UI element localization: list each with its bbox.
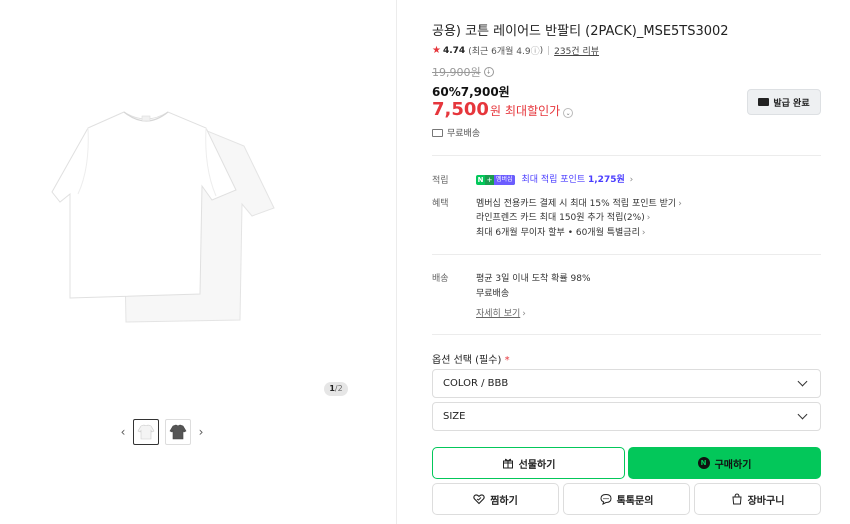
benefit-item-text: 멤버십 전용카드 결제 시 최대 15% 적립 포인트 받기 [476, 199, 677, 209]
truck-icon [432, 128, 443, 137]
divider [432, 155, 821, 156]
image-pager: 1/2 [324, 382, 348, 396]
delivery-detail-link[interactable]: 자세히 보기 › [476, 306, 526, 319]
thumb-prev-button[interactable]: ‹ [116, 418, 130, 446]
price-info-icon[interactable]: i [483, 67, 494, 77]
product-title: 공용) 코튼 레이어드 반팔티 (2PACK)_MSE5TS3002 [432, 24, 729, 39]
review-count-link[interactable]: 235건 리뷰 [554, 44, 599, 57]
chevron-right-icon: › [641, 228, 646, 238]
color-select-value: COLOR / BBB [443, 378, 509, 389]
benefit-item-1[interactable]: 멤버십 전용카드 결제 시 최대 15% 적립 포인트 받기 › [476, 196, 682, 209]
buy-label: 구매하기 [714, 459, 752, 471]
divider [432, 334, 821, 335]
white-shirt-icon [137, 424, 155, 440]
divider [432, 254, 821, 255]
thumb-next-button[interactable]: › [194, 418, 208, 446]
plus-icon: + [485, 175, 494, 185]
max-price-label: 최대할인가 [504, 104, 561, 118]
npay-membership-badge: N + 멤버십 [476, 175, 515, 185]
rating-recent: (최근 6개월 4.9 [468, 47, 531, 57]
coupon-button[interactable]: 발급 완료 [747, 89, 821, 115]
chevron-left-icon: ‹ [120, 425, 126, 439]
chevron-down-icon [797, 409, 808, 420]
membership-label: 멤버십 [494, 175, 515, 185]
points-row[interactable]: N + 멤버십 최대 적립 포인트 1,275원 › [476, 172, 633, 185]
detail-link-text: 자세히 보기 [476, 309, 521, 319]
heart-icon [473, 493, 485, 505]
product-main-image[interactable] [48, 98, 280, 328]
original-price: 19,900원 i [432, 64, 494, 80]
benefit-item-2[interactable]: 라인프렌즈 카드 최대 150원 추가 적립(2%) › [476, 210, 650, 223]
gray-shirt-icon [169, 424, 187, 440]
chevron-down-icon[interactable]: ⌄ [563, 108, 574, 118]
shopping-bag-icon [731, 493, 743, 505]
chevron-right-icon: › [522, 309, 526, 319]
chevron-right-icon: › [198, 425, 204, 439]
rating-separator [548, 46, 550, 55]
benefit-item-text: 최대 6개월 무이자 할부 • 60개월 특별금리 [476, 228, 640, 238]
gift-label: 선물하기 [518, 459, 556, 471]
buy-button[interactable]: N 구매하기 [628, 447, 821, 479]
npay-icon: N [697, 457, 710, 469]
chevron-right-icon: › [646, 213, 651, 223]
gift-icon [502, 457, 514, 469]
size-select-value: SIZE [443, 411, 466, 422]
thumbnail-strip: ‹ › [116, 418, 208, 446]
product-gallery: 1/2 ‹ › [0, 0, 396, 524]
star-icon: ★ [432, 45, 441, 56]
rating-info-icon[interactable]: ⓘ [531, 44, 540, 57]
chat-icon [600, 493, 612, 505]
delivery-line-2: 무료배송 [476, 289, 510, 299]
size-select[interactable]: SIZE [432, 402, 821, 431]
original-price-value: 19,900원 [432, 66, 481, 79]
option-title-label: 옵션 선택 (필수) [432, 355, 502, 366]
coupon-label: 발급 완료 [773, 98, 810, 109]
naver-n-icon: N [477, 176, 484, 184]
max-price-number: 7,500 [432, 99, 489, 120]
wish-button[interactable]: 찜하기 [432, 483, 559, 515]
benefit-item-text: 라인프렌즈 카드 최대 150원 추가 적립(2%) [476, 213, 645, 223]
pager-total: /2 [334, 384, 343, 393]
max-price-won: 원 [489, 104, 501, 118]
thumbnail-white-shirt[interactable] [133, 419, 159, 445]
max-discount-price: 7,500 원 최대할인가 ⌄ [432, 99, 574, 120]
chevron-right-icon: › [629, 175, 634, 185]
color-select[interactable]: COLOR / BBB [432, 369, 821, 398]
cart-label: 장바구니 [747, 495, 785, 507]
rating-recent-close: ) [539, 45, 544, 56]
gift-button[interactable]: 선물하기 [432, 447, 625, 479]
required-mark: * [504, 355, 510, 366]
talk-button[interactable]: 톡톡문의 [563, 483, 690, 515]
delivery-label: 배송 [432, 274, 449, 284]
option-title: 옵션 선택 (필수) * [432, 351, 510, 366]
thumbnail-gray-shirt[interactable] [165, 419, 191, 445]
benefit-item-3[interactable]: 최대 6개월 무이자 할부 • 60개월 특별금리 › [476, 225, 645, 238]
points-value: 1,275원 [588, 175, 625, 185]
tshirt-image [51, 111, 275, 323]
free-shipping: 무료배송 [432, 126, 480, 139]
column-divider [396, 0, 397, 524]
chevron-right-icon: › [678, 199, 682, 209]
points-text-label: 최대 적립 포인트 [521, 175, 586, 185]
benefit-label: 혜택 [432, 199, 449, 209]
chevron-down-icon [797, 376, 808, 387]
rating-score: 4.74 [442, 45, 466, 56]
points-label: 적립 [432, 176, 449, 186]
wish-label: 찜하기 [490, 495, 518, 507]
delivery-line-1: 평균 3일 이내 도착 확률 98% [476, 274, 591, 284]
sale-price: 60%7,900원 [432, 85, 510, 99]
coupon-icon [758, 98, 770, 106]
cart-button[interactable]: 장바구니 [694, 483, 821, 515]
talk-label: 톡톡문의 [616, 495, 654, 507]
rating-row: ★ 4.74 (최근 6개월 4.9 ⓘ ) 235건 리뷰 [432, 44, 599, 57]
points-text: 최대 적립 포인트 1,275원 [521, 175, 627, 185]
free-shipping-label: 무료배송 [447, 129, 481, 139]
